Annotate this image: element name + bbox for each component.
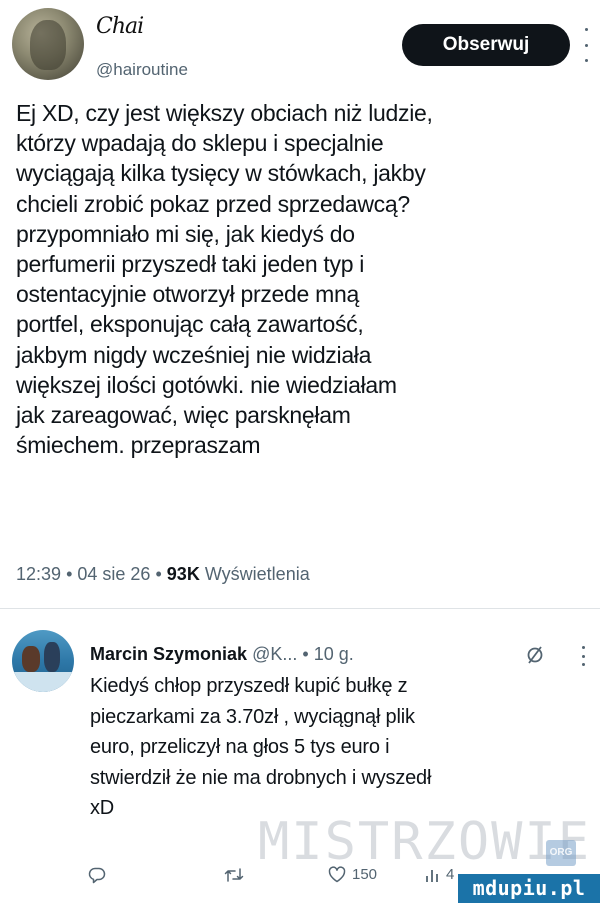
tweet-text: Ej XD, czy jest większy obciach niż ludz… — [16, 98, 592, 460]
more-options-icon[interactable] — [582, 28, 590, 62]
grok-icon[interactable] — [525, 644, 545, 666]
author-display-name[interactable]: Chai — [96, 14, 144, 39]
author-avatar[interactable] — [12, 8, 84, 80]
tweet-text-line: Ej XD, czy jest większy obciach niż ludz… — [16, 100, 433, 126]
tweet-date[interactable]: 04 sie 26 — [77, 564, 150, 584]
reply-text-line: euro, przeliczył na głos 5 tys euro i — [90, 736, 390, 759]
reply-text-line: Kiedyś chłop przyszedł kupić bułkę z — [90, 675, 408, 697]
reply-avatar[interactable] — [12, 630, 74, 692]
divider — [0, 608, 600, 609]
reply-text-line: stwierdził że nie ma drobnych i wyszedł — [90, 766, 432, 789]
reply-more-options-icon[interactable] — [580, 646, 586, 666]
tweet-text-line: wyciągają kilka tysięcy w stówkach, jakb… — [16, 160, 426, 187]
tweet-text-line: chcieli zrobić pokaz przed sprzedawcą? — [16, 190, 410, 217]
views-label: Wyświetlenia — [204, 564, 310, 584]
tweet-text-line: perfumerii przyszedł taki jeden typ i — [16, 251, 365, 278]
reply-text-line: pieczarkami za 3.70zł , wyciągnął plik — [90, 705, 415, 728]
tweet-meta: 12:39 • 04 sie 26 • 93K Wyświetlenia — [16, 564, 310, 585]
meta-separator: • — [66, 564, 73, 584]
tweet-text-line: przypomniało mi się, jak kiedyś do — [16, 220, 355, 247]
tweet-text-line: portfel, eksponując całą zawartość, — [16, 311, 364, 338]
meta-separator: • — [302, 644, 309, 664]
tweet-text-line: ostentacyjnie otworzył przede mną — [16, 281, 359, 308]
site-logo: mdupiu.pl — [458, 874, 600, 903]
reply-author-name[interactable]: Marcin Szymoniak — [90, 644, 247, 664]
views-count: 93K — [166, 564, 200, 584]
tweet-text-line: jak zareagować, więc parsknęłam — [16, 402, 351, 429]
tweet-text-line: jakbym nigdy wcześniej nie widziała — [16, 341, 372, 368]
repost-button[interactable] — [224, 866, 244, 884]
author-handle[interactable]: @hairoutine — [96, 60, 188, 80]
tweet-text-line: większej ilości gotówki. nie wiedziałam — [16, 371, 397, 398]
tweet-text-line: śmiechem. przepraszam — [16, 432, 261, 459]
reply-text: Kiedyś chłop przyszedł kupić bułkę z pie… — [90, 671, 590, 824]
reply-button[interactable] — [88, 866, 106, 884]
tweet-time[interactable]: 12:39 — [16, 564, 61, 584]
meta-separator: • — [155, 564, 162, 584]
reply-author-handle[interactable]: @K... — [252, 644, 297, 664]
watermark-text: MISTRZOWIE — [258, 812, 592, 872]
reply-header: Marcin Szymoniak @K... • 10 g. — [90, 644, 354, 665]
follow-button[interactable]: Obserwuj — [402, 24, 570, 66]
comment-icon — [88, 867, 106, 884]
watermark-badge: ORG — [546, 840, 576, 866]
tweet-text-line: którzy wpadają do sklepu i specjalnie — [16, 130, 384, 157]
reply-age[interactable]: 10 g. — [314, 644, 354, 664]
repost-icon — [224, 868, 244, 882]
